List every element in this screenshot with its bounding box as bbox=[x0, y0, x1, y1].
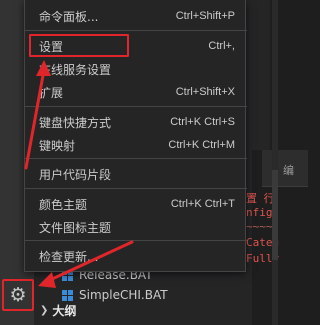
menu-item-command-palette[interactable]: 命令面板... Ctrl+Shift+P bbox=[25, 4, 247, 28]
menu-item-shortcut: Ctrl+Shift+X bbox=[175, 86, 235, 98]
menu-item-label: 检查更新... bbox=[39, 249, 99, 264]
manage-context-menu: 命令面板... Ctrl+Shift+P 设置 Ctrl+, 在线服务设置 扩展… bbox=[24, 0, 247, 272]
menu-item-settings[interactable]: 设置 Ctrl+, bbox=[25, 34, 247, 58]
editor-tab-label: 编 bbox=[283, 164, 294, 177]
menu-separator bbox=[25, 106, 247, 107]
menu-item-label: 颜色主题 bbox=[39, 197, 88, 212]
code-line[interactable]: 置 行 bbox=[246, 192, 275, 206]
menu-item-label: 命令面板... bbox=[39, 9, 99, 24]
code-line[interactable]: nfig bbox=[246, 206, 273, 220]
gear-icon: ⚙ bbox=[9, 283, 27, 306]
menu-separator bbox=[25, 240, 247, 241]
menu-item-extensions[interactable]: 扩展 Ctrl+Shift+X bbox=[25, 80, 247, 104]
menu-separator bbox=[25, 30, 247, 31]
menu-item-label: 设置 bbox=[39, 39, 64, 54]
menu-item-label: 用户代码片段 bbox=[39, 167, 112, 182]
outline-section-header[interactable]: ❯ 大纲 bbox=[40, 302, 76, 318]
menu-item-label: 在线服务设置 bbox=[39, 62, 112, 77]
chevron-right-icon: ❯ bbox=[40, 304, 49, 316]
outline-label: 大纲 bbox=[52, 303, 77, 318]
editor-scrollbar-thumb[interactable] bbox=[272, 170, 278, 260]
vscode-window: 编 置 行 nfig ~~~~ Categ Fully Release.BAT … bbox=[0, 0, 308, 325]
menu-item-file-icon-theme[interactable]: 文件图标主题 bbox=[25, 215, 247, 239]
menu-item-label: 键盘快捷方式 bbox=[39, 115, 112, 130]
code-line[interactable]: ~~~~ bbox=[246, 220, 273, 234]
menu-item-online-services-settings[interactable]: 在线服务设置 bbox=[25, 57, 247, 81]
file-name: SimpleCHI.BAT bbox=[79, 288, 168, 302]
menu-item-shortcut: Ctrl+Shift+P bbox=[175, 10, 235, 22]
editor-scrollbar[interactable] bbox=[272, 0, 278, 325]
menu-item-label: 文件图标主题 bbox=[39, 220, 112, 235]
manage-button[interactable]: ⚙ bbox=[2, 279, 34, 311]
menu-item-check-updates[interactable]: 检查更新... bbox=[25, 244, 247, 268]
menu-item-label: 键映射 bbox=[39, 138, 76, 153]
menu-item-shortcut: Ctrl+K Ctrl+M bbox=[168, 139, 235, 151]
menu-item-label: 扩展 bbox=[39, 85, 64, 100]
menu-item-user-snippets[interactable]: 用户代码片段 bbox=[25, 162, 247, 186]
menu-item-shortcut: Ctrl+K Ctrl+T bbox=[170, 198, 235, 210]
menu-item-color-theme[interactable]: 颜色主题 Ctrl+K Ctrl+T bbox=[25, 192, 247, 216]
menu-item-keyboard-shortcuts[interactable]: 键盘快捷方式 Ctrl+K Ctrl+S bbox=[25, 110, 247, 134]
windows-file-icon bbox=[62, 289, 73, 301]
file-item-simplechi[interactable]: SimpleCHI.BAT bbox=[62, 286, 168, 304]
menu-item-shortcut: Ctrl+K Ctrl+S bbox=[170, 116, 235, 128]
menu-separator bbox=[25, 158, 247, 159]
menu-item-keymaps[interactable]: 键映射 Ctrl+K Ctrl+M bbox=[25, 133, 247, 157]
menu-item-shortcut: Ctrl+, bbox=[208, 40, 235, 52]
menu-separator bbox=[25, 188, 247, 189]
